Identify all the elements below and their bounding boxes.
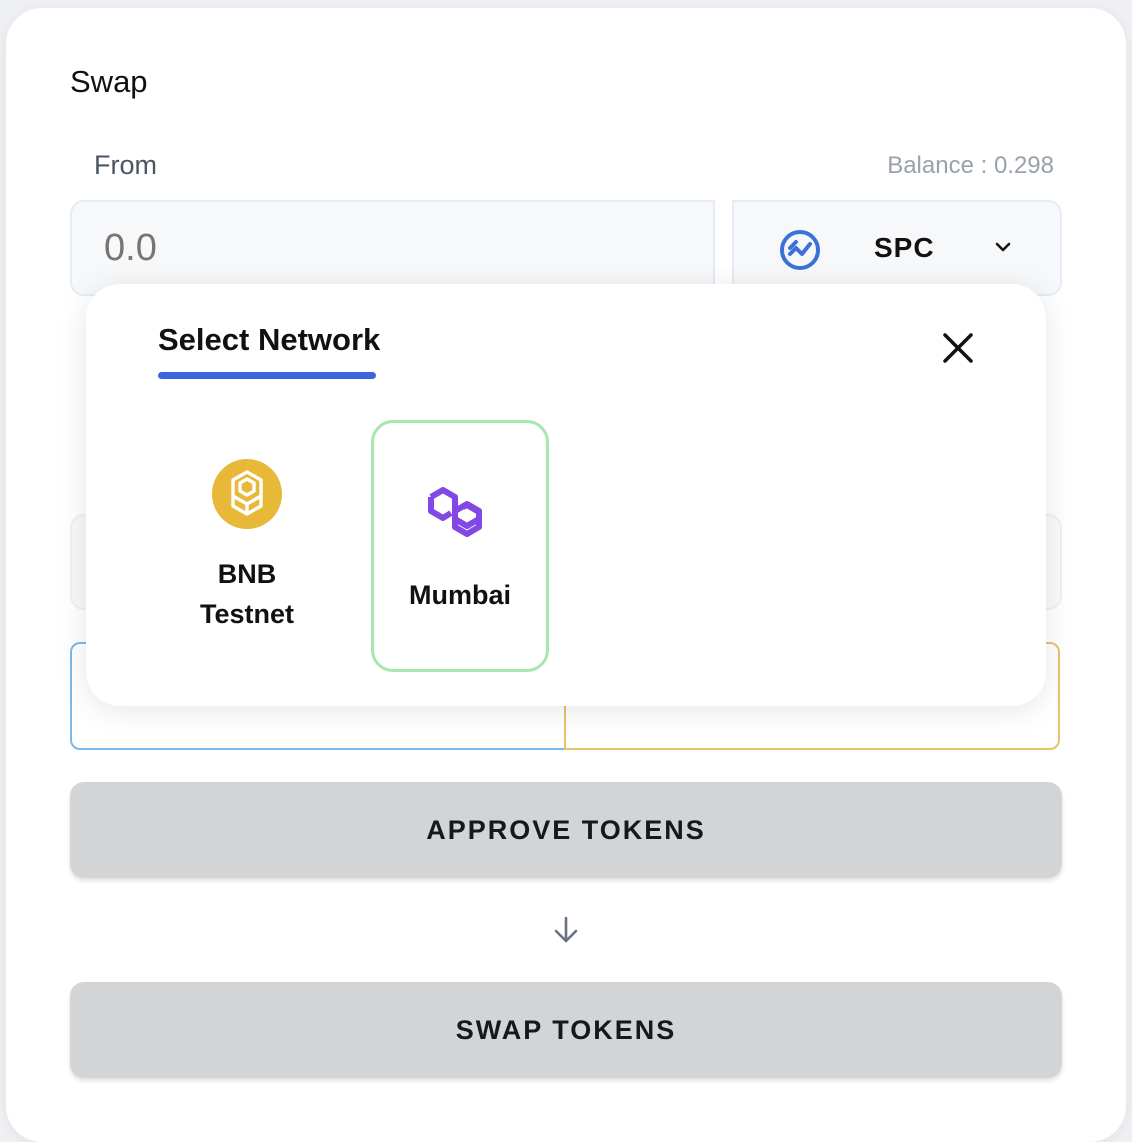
modal-title: Select Network [158, 322, 381, 357]
select-network-modal: Select Network BNB Testnet Mumbai [86, 284, 1046, 706]
from-amount-input[interactable] [70, 200, 715, 296]
network-label: BNB Testnet [199, 559, 294, 629]
from-token-symbol: SPC [874, 232, 935, 263]
network-label: Mumbai [408, 580, 511, 610]
tab-underline [158, 372, 376, 379]
bnb-icon [211, 458, 283, 535]
close-icon[interactable] [938, 328, 978, 368]
from-label: From [94, 150, 157, 180]
network-option-mumbai[interactable]: Mumbai [371, 420, 549, 672]
chevron-down-icon [994, 240, 1012, 259]
network-option-bnb-testnet[interactable]: BNB Testnet [158, 420, 336, 672]
approve-tokens-button[interactable]: APPROVE TOKENS [70, 782, 1062, 878]
from-token-select[interactable]: SPC [732, 200, 1062, 296]
polygon-icon [423, 483, 497, 552]
arrow-down-icon [552, 915, 580, 950]
swap-tokens-button[interactable]: SWAP TOKENS [70, 982, 1062, 1078]
spc-token-icon [778, 228, 822, 277]
swap-title: Swap [70, 64, 148, 99]
from-balance: Balance : 0.298 [887, 152, 1054, 179]
